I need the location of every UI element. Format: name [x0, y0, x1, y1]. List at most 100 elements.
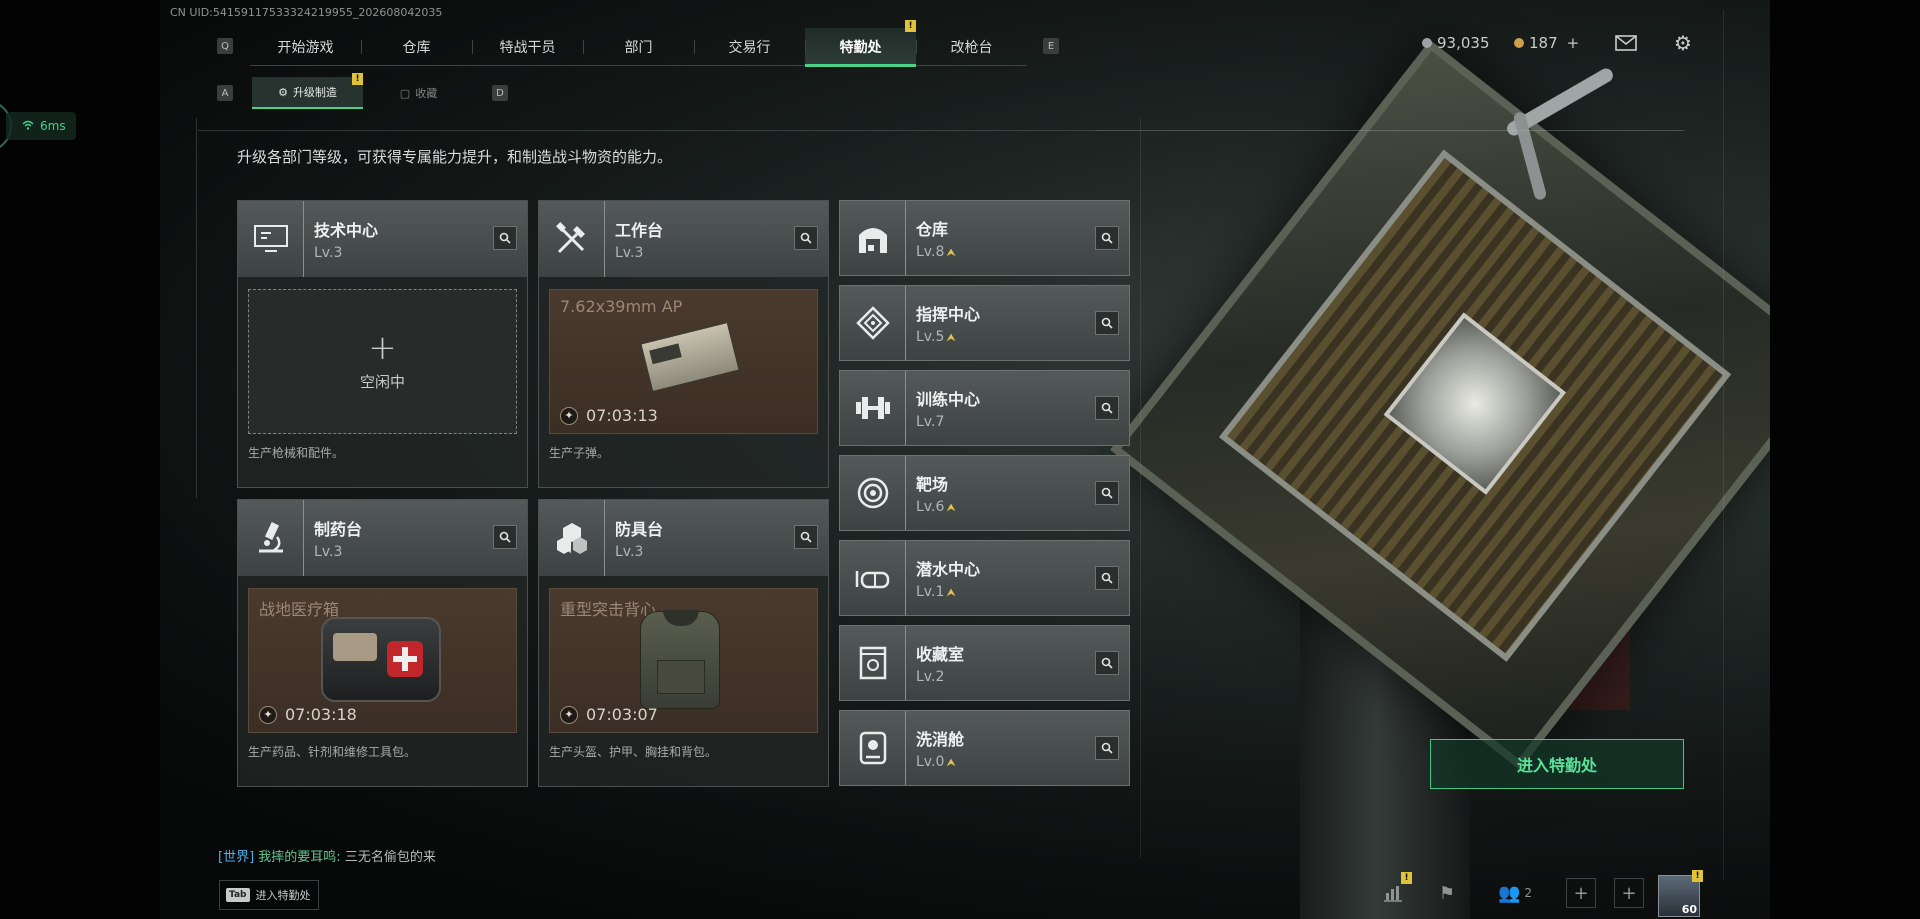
workshop-name: 技术中心 [314, 221, 379, 240]
tab-special-ops[interactable]: 特勤处 ! [805, 20, 916, 67]
timer-value: 07:03:07 [586, 705, 658, 724]
search-icon[interactable] [1095, 736, 1119, 760]
wrench-icon: ✦ [560, 406, 578, 425]
desc-rule [198, 130, 1683, 131]
search-icon[interactable] [493, 525, 517, 549]
workshop-header[interactable]: 工作台 Lv.3 [539, 201, 828, 277]
workshop-level: Lv.3 [314, 245, 343, 261]
workshop-card-pharmacy: 制药台 Lv.3 战地医疗箱 ✦ 07:03:18 生产药品、针剂和维修工具包。 [237, 499, 528, 787]
chat-sender: 我摔的要耳鸣: [258, 850, 341, 865]
tab-enter-hint[interactable]: Tab 进入特勤处 [219, 880, 319, 910]
subnav-prev-key[interactable]: A [217, 85, 233, 101]
search-icon[interactable] [1095, 566, 1119, 590]
subtab-upgrade-craft-label: 升级制造 [292, 86, 337, 99]
chat-channel: [世界] [218, 850, 255, 865]
upgrade-arrow-icon: ⮝ [946, 756, 956, 769]
idle-label: 空闲中 [359, 373, 405, 391]
facility-level: Lv.7 [916, 414, 945, 430]
nav-prev-key[interactable]: Q [217, 38, 233, 54]
search-icon[interactable] [1095, 311, 1119, 335]
uid-label: CN UID:54159117533324219955_202608042035 [170, 6, 443, 19]
subnav-next-key[interactable]: D [492, 85, 508, 101]
stats-icon[interactable]: ! [1378, 872, 1412, 908]
craft-slot-active[interactable]: 战地医疗箱 ✦ 07:03:18 [248, 588, 517, 733]
facility-level: Lv.2 [916, 669, 945, 685]
player-avatar[interactable]: ! 60 [1658, 870, 1703, 917]
tab-operators[interactable]: 特战干员 [472, 28, 583, 66]
subtab-collection[interactable]: ▢ 收藏 [363, 77, 474, 109]
craft-slot-active[interactable]: 重型突击背心 ✦ 07:03:07 [549, 588, 818, 733]
game-screen: CN UID:54159117533324219955_202608042035… [0, 0, 1920, 919]
add-slot-button[interactable]: + [1566, 878, 1596, 908]
diving-mask-icon [840, 541, 906, 615]
player-level: 60 [1681, 903, 1697, 916]
search-icon[interactable] [1095, 226, 1119, 250]
tab-hint-label: 进入特勤处 [255, 889, 311, 902]
command-icon [840, 286, 906, 360]
facility-collection-room[interactable]: 收藏室 Lv.2 [839, 625, 1130, 701]
add-currency-button[interactable]: + [1567, 34, 1580, 52]
mail-icon[interactable] [1614, 32, 1638, 54]
search-icon[interactable] [794, 525, 818, 549]
workshop-card-armor: 防具台 Lv.3 重型突击背心 ✦ 07:03:07 生产头盔、护甲、胸挂和背包… [538, 499, 829, 787]
tab-trading[interactable]: 交易行 [694, 28, 805, 66]
facility-decon-chamber[interactable]: 洗消舱 Lv.0 ⮝ [839, 710, 1130, 786]
crafting-item-name: 重型突击背心 [560, 600, 657, 619]
tools-icon [539, 201, 605, 277]
facility-level-row: Lv.2 [916, 669, 964, 685]
collection-icon [840, 626, 906, 700]
nav-next-key[interactable]: E [1043, 38, 1059, 54]
gold-coin-icon [1514, 38, 1524, 48]
medkit-window [333, 633, 377, 661]
tab-start-game[interactable]: 开始游戏 [250, 28, 361, 66]
tab-departments[interactable]: 部门 [583, 28, 694, 66]
computer-icon [238, 201, 304, 277]
enter-special-ops-button[interactable]: 进入特勤处 [1430, 739, 1684, 789]
workshop-header[interactable]: 防具台 Lv.3 [539, 500, 828, 576]
tab-key: Tab [226, 888, 250, 902]
ammo-box-label [649, 343, 682, 365]
workshop-header[interactable]: 技术中心 Lv.3 [238, 201, 527, 277]
craft-slot-idle[interactable]: + 空闲中 [248, 289, 517, 434]
ping-value: 6ms [40, 119, 66, 133]
gear-icon[interactable]: ⚙ [1671, 31, 1695, 55]
world-chat-line[interactable]: [世界] 我摔的要耳鸣: 三无名偷包的来 [218, 846, 436, 865]
add-slot-button[interactable]: + [1614, 878, 1644, 908]
flag-icon[interactable]: ⚑ [1432, 878, 1462, 908]
search-icon[interactable] [493, 226, 517, 250]
craft-slot-active[interactable]: 7.62x39mm AP ✦ 07:03:13 [549, 289, 818, 434]
vest-collar [663, 610, 699, 626]
bg-cube-core [1383, 312, 1567, 495]
tab-warehouse[interactable]: 仓库 [361, 28, 472, 66]
facility-training-center[interactable]: 训练中心 Lv.7 [839, 370, 1130, 446]
facility-level-row: Lv.0 ⮝ [916, 754, 964, 770]
tab-gunsmith[interactable]: 改枪台 [916, 28, 1027, 66]
sub-nav: ⚙ 升级制造 ! ▢ 收藏 [252, 73, 474, 109]
facility-level-row: Lv.6 ⮝ [916, 499, 956, 515]
facility-level: Lv.0 [916, 754, 945, 770]
search-icon[interactable] [1095, 481, 1119, 505]
wrench-icon: ✦ [259, 705, 277, 724]
wifi-icon [22, 119, 34, 133]
left-rule [196, 118, 197, 498]
search-icon[interactable] [794, 226, 818, 250]
facility-name: 靶场 [916, 475, 949, 494]
facility-warehouse[interactable]: 仓库 Lv.8 ⮝ [839, 200, 1130, 276]
facility-shooting-range[interactable]: 靶场 Lv.6 ⮝ [839, 455, 1130, 531]
workshop-header[interactable]: 制药台 Lv.3 [238, 500, 527, 576]
target-icon [840, 456, 906, 530]
gold-amount: 187 [1529, 34, 1558, 52]
facility-command-center[interactable]: 指挥中心 Lv.5 ⮝ [839, 285, 1130, 361]
avatar-alert-badge: ! [1692, 870, 1703, 882]
crafting-item-name: 战地医疗箱 [259, 600, 340, 619]
subtab-upgrade-craft[interactable]: ⚙ 升级制造 ! [252, 73, 363, 109]
search-icon[interactable] [1095, 651, 1119, 675]
vest-pouch [657, 660, 705, 694]
facility-diving-center[interactable]: 潜水中心 Lv.1 ⮝ [839, 540, 1130, 616]
dumbbell-icon [840, 371, 906, 445]
gold-currency: 187 + [1514, 34, 1579, 52]
search-icon[interactable] [1095, 396, 1119, 420]
cubes-icon [539, 500, 605, 576]
friends-button[interactable]: 👥 2 [1498, 878, 1542, 908]
facility-name: 洗消舱 [916, 730, 965, 749]
